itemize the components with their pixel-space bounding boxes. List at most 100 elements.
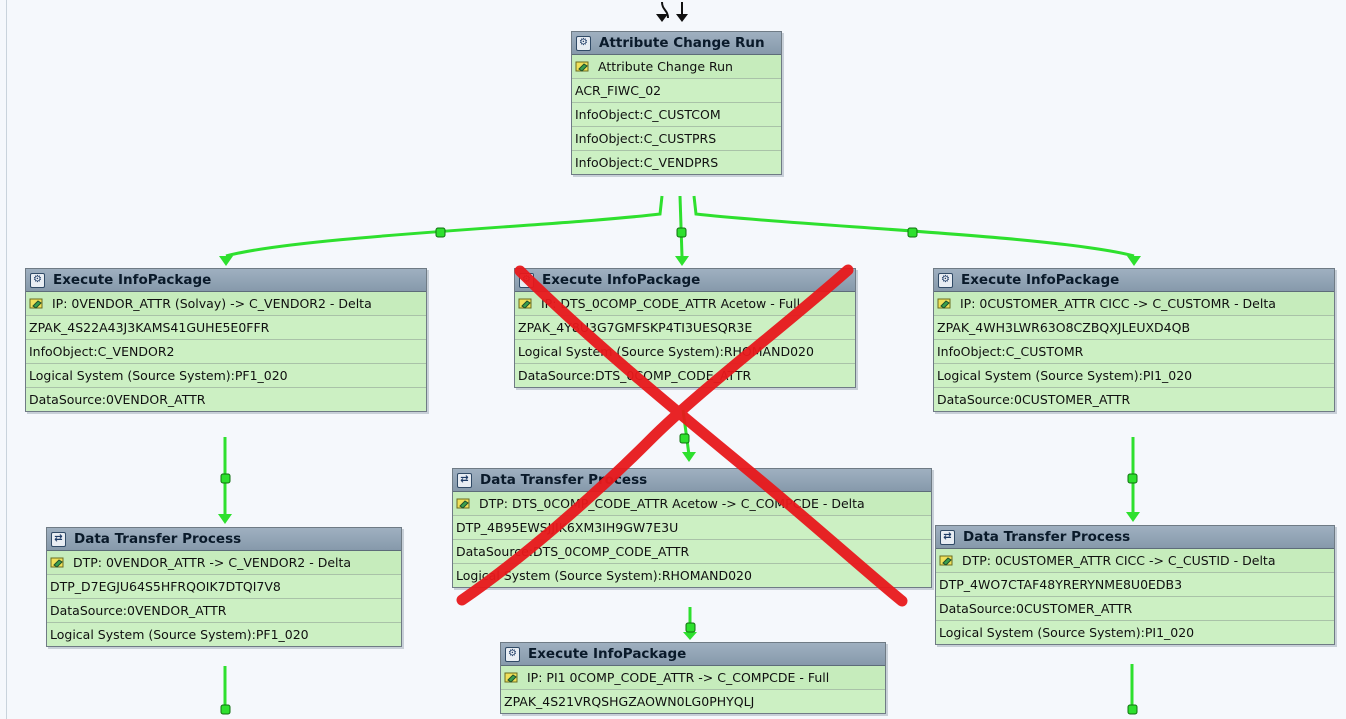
node-row-text: DataSource:0CUSTOMER_ATTR — [937, 392, 1131, 407]
node-row-variant: DTP: 0CUSTOMER_ATTR CICC -> C_CUSTID - D… — [936, 549, 1334, 573]
node-row-text: DataSource:DTS_0COMP_CODE_ATTR — [456, 544, 690, 559]
node-row-variant: DTP: 0VENDOR_ATTR -> C_VENDOR2 - Delta — [47, 551, 401, 575]
variant-icon — [50, 556, 66, 570]
node-ip-customer[interactable]: ⚙ Execute InfoPackage IP: 0CUSTOMER_ATTR… — [933, 268, 1335, 412]
node-row: DataSource:0VENDOR_ATTR — [26, 388, 426, 411]
node-row-variant: IP: PI1 0COMP_CODE_ATTR -> C_COMPCDE - F… — [501, 666, 885, 690]
node-row: ZPAK_4WH3LWR63O8CZBQXJLEUXD4QB — [934, 316, 1334, 340]
node-row-text: Logical System (Source System):PI1_020 — [939, 625, 1195, 640]
gear-icon: ⚙ — [519, 272, 534, 288]
node-row-text: Logical System (Source System):PI1_020 — [937, 368, 1193, 383]
node-row-text: InfoObject:C_CUSTPRS — [575, 131, 717, 146]
node-row: InfoObject:C_CUSTOMR — [934, 340, 1334, 364]
node-row-text: InfoObject:C_CUSTOMR — [937, 344, 1084, 359]
node-row: InfoObject:C_CUSTCOM — [572, 103, 781, 127]
node-row-text: ZPAK_4Y8U3G7GMFSKP4TI3UESQR3E — [518, 320, 753, 335]
node-row-text: IP: 0CUSTOMER_ATTR CICC -> C_CUSTOMR - D… — [960, 296, 1276, 311]
connector-handle — [1127, 473, 1138, 484]
variant-icon — [504, 671, 520, 685]
variant-icon — [456, 497, 472, 511]
node-title: Execute InfoPackage — [528, 646, 687, 662]
node-row-text: DataSource:DTS_0COMP_CODE_ATTR — [518, 368, 752, 383]
node-attribute-change-run[interactable]: ⚙ Attribute Change Run Attribute Change … — [571, 31, 782, 175]
node-header: ⚙ Execute InfoPackage — [934, 269, 1334, 292]
node-row-text: Logical System (Source System):RHOMAND02… — [456, 568, 752, 583]
node-row: Logical System (Source System):PF1_020 — [26, 364, 426, 388]
node-row: Logical System (Source System):PI1_020 — [936, 621, 1334, 644]
connector-handle — [1127, 704, 1138, 715]
transfer-icon: ⇄ — [51, 531, 66, 547]
variant-icon — [937, 297, 953, 311]
connector-handle — [435, 227, 446, 238]
node-header: ⚙ Execute InfoPackage — [515, 269, 855, 292]
node-ip-pi1[interactable]: ⚙ Execute InfoPackage IP: PI1 0COMP_CODE… — [500, 642, 886, 714]
node-row-variant: IP: 0VENDOR_ATTR (Solvay) -> C_VENDOR2 -… — [26, 292, 426, 316]
node-row-text: DTP: 0CUSTOMER_ATTR CICC -> C_CUSTID - D… — [962, 553, 1276, 568]
node-title: Execute InfoPackage — [961, 272, 1120, 288]
node-row-variant: Attribute Change Run — [572, 55, 781, 79]
variant-icon — [518, 297, 534, 311]
node-row: Logical System (Source System):RHOMAND02… — [515, 340, 855, 364]
node-row: DTP_4WO7CTAF48YRERYNME8U0EDB3 — [936, 573, 1334, 597]
node-header: ⇄ Data Transfer Process — [47, 528, 401, 551]
node-dtp-customer[interactable]: ⇄ Data Transfer Process DTP: 0CUSTOMER_A… — [935, 525, 1335, 645]
node-row: Logical System (Source System):RHOMAND02… — [453, 564, 931, 587]
node-header: ⚙ Execute InfoPackage — [501, 643, 885, 666]
node-row-text: ZPAK_4S22A43J3KAMS41GUHE5E0FFR — [29, 320, 270, 335]
node-row-text: IP: 0VENDOR_ATTR (Solvay) -> C_VENDOR2 -… — [52, 296, 372, 311]
node-title: Data Transfer Process — [480, 472, 648, 488]
gear-cluster-icon: ⚙ — [576, 35, 591, 51]
node-row: DataSource:0CUSTOMER_ATTR — [934, 388, 1334, 411]
variant-icon — [939, 554, 955, 568]
node-row: ZPAK_4S21VRQSHGZAOWN0LG0PHYQLJ — [501, 690, 885, 713]
node-dtp-compcode[interactable]: ⇄ Data Transfer Process DTP: DTS_0COMP_C… — [452, 468, 932, 588]
connector-handle — [679, 433, 690, 444]
node-row: ZPAK_4S22A43J3KAMS41GUHE5E0FFR — [26, 316, 426, 340]
node-row: DataSource:DTS_0COMP_CODE_ATTR — [515, 364, 855, 387]
node-title: Execute InfoPackage — [53, 272, 212, 288]
connector-handle — [220, 704, 231, 715]
node-row: InfoObject:C_VENDOR2 — [26, 340, 426, 364]
node-row: InfoObject:C_CUSTPRS — [572, 127, 781, 151]
gear-icon: ⚙ — [505, 646, 520, 662]
node-row-text: Logical System (Source System):PF1_020 — [50, 627, 309, 642]
node-row: DataSource:0CUSTOMER_ATTR — [936, 597, 1334, 621]
variant-icon — [575, 60, 591, 74]
node-row-text: DataSource:0CUSTOMER_ATTR — [939, 601, 1133, 616]
node-row: DataSource:DTS_0COMP_CODE_ATTR — [453, 540, 931, 564]
node-row-text: DTP_D7EGJU64S5HFRQOIK7DTQI7V8 — [50, 579, 281, 594]
gear-icon: ⚙ — [30, 272, 45, 288]
connector-handle — [685, 622, 696, 633]
node-row: InfoObject:C_VENDPRS — [572, 151, 781, 174]
node-row-text: ZPAK_4S21VRQSHGZAOWN0LG0PHYQLJ — [504, 694, 755, 709]
node-row-text: Attribute Change Run — [598, 59, 733, 74]
node-header: ⚙ Execute InfoPackage — [26, 269, 426, 292]
node-row-text: InfoObject:C_CUSTCOM — [575, 107, 721, 122]
node-row-text: DataSource:0VENDOR_ATTR — [50, 603, 227, 618]
node-dtp-vendor[interactable]: ⇄ Data Transfer Process DTP: 0VENDOR_ATT… — [46, 527, 402, 647]
node-header: ⇄ Data Transfer Process — [936, 526, 1334, 549]
connector-handle — [907, 227, 918, 238]
connector-handle — [676, 227, 687, 238]
node-row-text: DTP: DTS_0COMP_CODE_ATTR Acetow -> C_COM… — [479, 496, 865, 511]
node-row: DataSource:0VENDOR_ATTR — [47, 599, 401, 623]
process-chain-canvas: ⚙ Attribute Change Run Attribute Change … — [0, 0, 1346, 719]
connector-acr-ip-customer — [692, 195, 1135, 258]
node-row-text: Logical System (Source System):PF1_020 — [29, 368, 288, 383]
node-row-variant: IP: 0CUSTOMER_ATTR CICC -> C_CUSTOMR - D… — [934, 292, 1334, 316]
connector-acr-ip-compcode — [678, 195, 684, 257]
node-header: ⇄ Data Transfer Process — [453, 469, 931, 492]
node-row-text: DTP: 0VENDOR_ATTR -> C_VENDOR2 - Delta — [73, 555, 352, 570]
node-row-text: DTP_4B95EWSJJIK6XM3IH9GW7E3U — [456, 520, 679, 535]
node-ip-compcode[interactable]: ⚙ Execute InfoPackage IP: DTS_0COMP_CODE… — [514, 268, 856, 388]
node-ip-vendor[interactable]: ⚙ Execute InfoPackage IP: 0VENDOR_ATTR (… — [25, 268, 427, 412]
connector-ip-compcode-dtp — [681, 409, 691, 456]
node-row-text: IP: PI1 0COMP_CODE_ATTR -> C_COMPCDE - F… — [527, 670, 830, 685]
node-title: Execute InfoPackage — [542, 272, 701, 288]
node-row: Logical System (Source System):PI1_020 — [934, 364, 1334, 388]
node-row-variant: DTP: DTS_0COMP_CODE_ATTR Acetow -> C_COM… — [453, 492, 931, 516]
node-title: Data Transfer Process — [963, 529, 1131, 545]
variant-icon — [29, 297, 45, 311]
node-row: DTP_4B95EWSJJIK6XM3IH9GW7E3U — [453, 516, 931, 540]
node-row-text: ACR_FIWC_02 — [575, 83, 662, 98]
